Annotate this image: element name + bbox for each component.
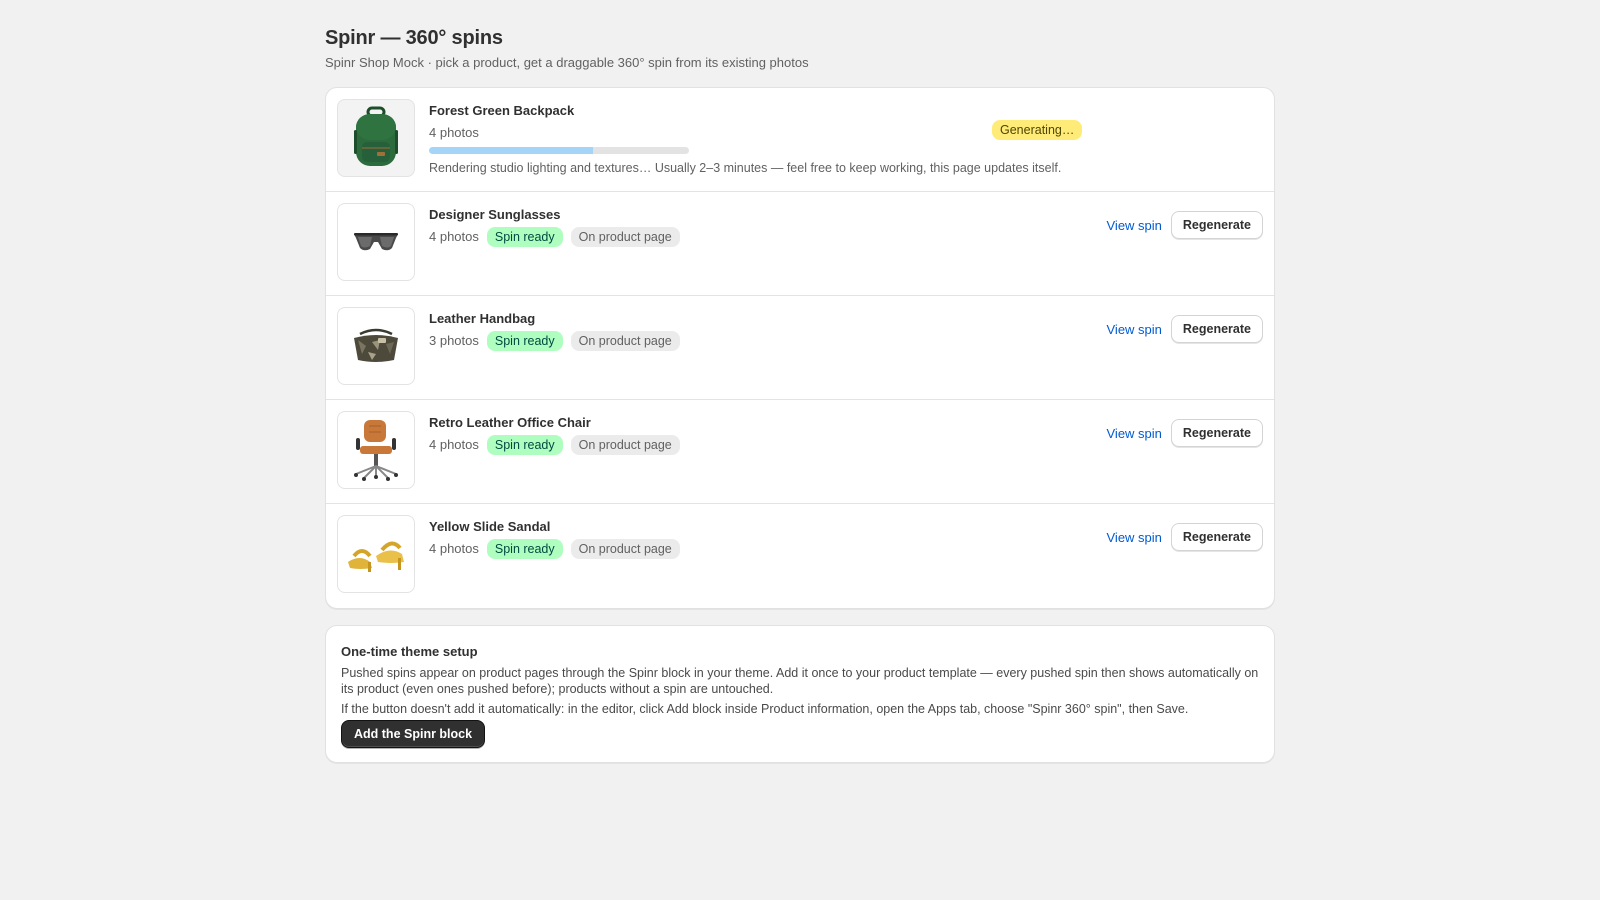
spin-ready-badge: Spin ready <box>486 435 563 455</box>
handbag-icon <box>337 307 415 385</box>
product-meta: 4 photos <box>429 123 1262 143</box>
page-title: Spinr — 360° spins <box>325 27 503 49</box>
photo-count: 4 photos <box>429 125 479 140</box>
row-actions: View spin Regenerate <box>1107 523 1263 551</box>
product-info: Forest Green Backpack 4 photos Rendering… <box>429 102 1262 177</box>
spin-ready-badge: Spin ready <box>486 227 563 247</box>
row-actions: View spin Regenerate <box>1107 211 1263 239</box>
view-spin-link[interactable]: View spin <box>1107 322 1162 337</box>
placement-badge: On product page <box>570 539 680 559</box>
view-spin-link[interactable]: View spin <box>1107 426 1162 441</box>
row-actions: View spin Regenerate <box>1107 315 1263 343</box>
progress-fill <box>429 147 593 154</box>
placement-badge: On product page <box>570 435 680 455</box>
row-actions: View spin Regenerate <box>1107 419 1263 447</box>
sandal-icon <box>337 515 415 593</box>
setup-hint: If the button doesn't add it automatical… <box>341 702 1189 716</box>
product-row: Retro Leather Office Chair 4 photos Spin… <box>326 400 1274 504</box>
generating-badge: Generating… <box>992 120 1083 140</box>
setup-body: Pushed spins appear on product pages thr… <box>341 666 1259 696</box>
placement-badge: On product page <box>570 331 680 351</box>
page-subtitle: Spinr Shop Mock · pick a product, get a … <box>325 55 809 70</box>
setup-title: One-time theme setup <box>341 644 478 659</box>
placement-badge: On product page <box>570 227 680 247</box>
backpack-icon <box>337 99 415 177</box>
photo-count: 3 photos <box>429 333 479 348</box>
theme-setup-card: One-time theme setup Pushed spins appear… <box>325 625 1275 763</box>
regenerate-button[interactable]: Regenerate <box>1170 315 1263 343</box>
products-card: Forest Green Backpack 4 photos Rendering… <box>325 87 1275 609</box>
spin-ready-badge: Spin ready <box>486 331 563 351</box>
product-row: Leather Handbag 3 photos Spin ready On p… <box>326 296 1274 400</box>
view-spin-link[interactable]: View spin <box>1107 218 1162 233</box>
add-spinr-block-button[interactable]: Add the Spinr block <box>341 720 486 748</box>
view-spin-link[interactable]: View spin <box>1107 530 1162 545</box>
generating-message: Rendering studio lighting and textures… … <box>429 161 1062 175</box>
photo-count: 4 photos <box>429 229 479 244</box>
page: Spinr — 360° spins Spinr Shop Mock · pic… <box>325 0 1275 763</box>
regenerate-button[interactable]: Regenerate <box>1170 523 1263 551</box>
product-name: Forest Green Backpack <box>429 103 575 118</box>
progress-bar <box>429 147 689 154</box>
regenerate-button[interactable]: Regenerate <box>1170 419 1263 447</box>
photo-count: 4 photos <box>429 541 479 556</box>
product-row: Yellow Slide Sandal 4 photos Spin ready … <box>326 504 1274 608</box>
sunglasses-icon <box>337 203 415 281</box>
product-row: Designer Sunglasses 4 photos Spin ready … <box>326 192 1274 296</box>
office-chair-icon <box>337 411 415 489</box>
product-row-generating: Forest Green Backpack 4 photos Rendering… <box>326 88 1274 192</box>
regenerate-button[interactable]: Regenerate <box>1170 211 1263 239</box>
photo-count: 4 photos <box>429 437 479 452</box>
spin-ready-badge: Spin ready <box>486 539 563 559</box>
